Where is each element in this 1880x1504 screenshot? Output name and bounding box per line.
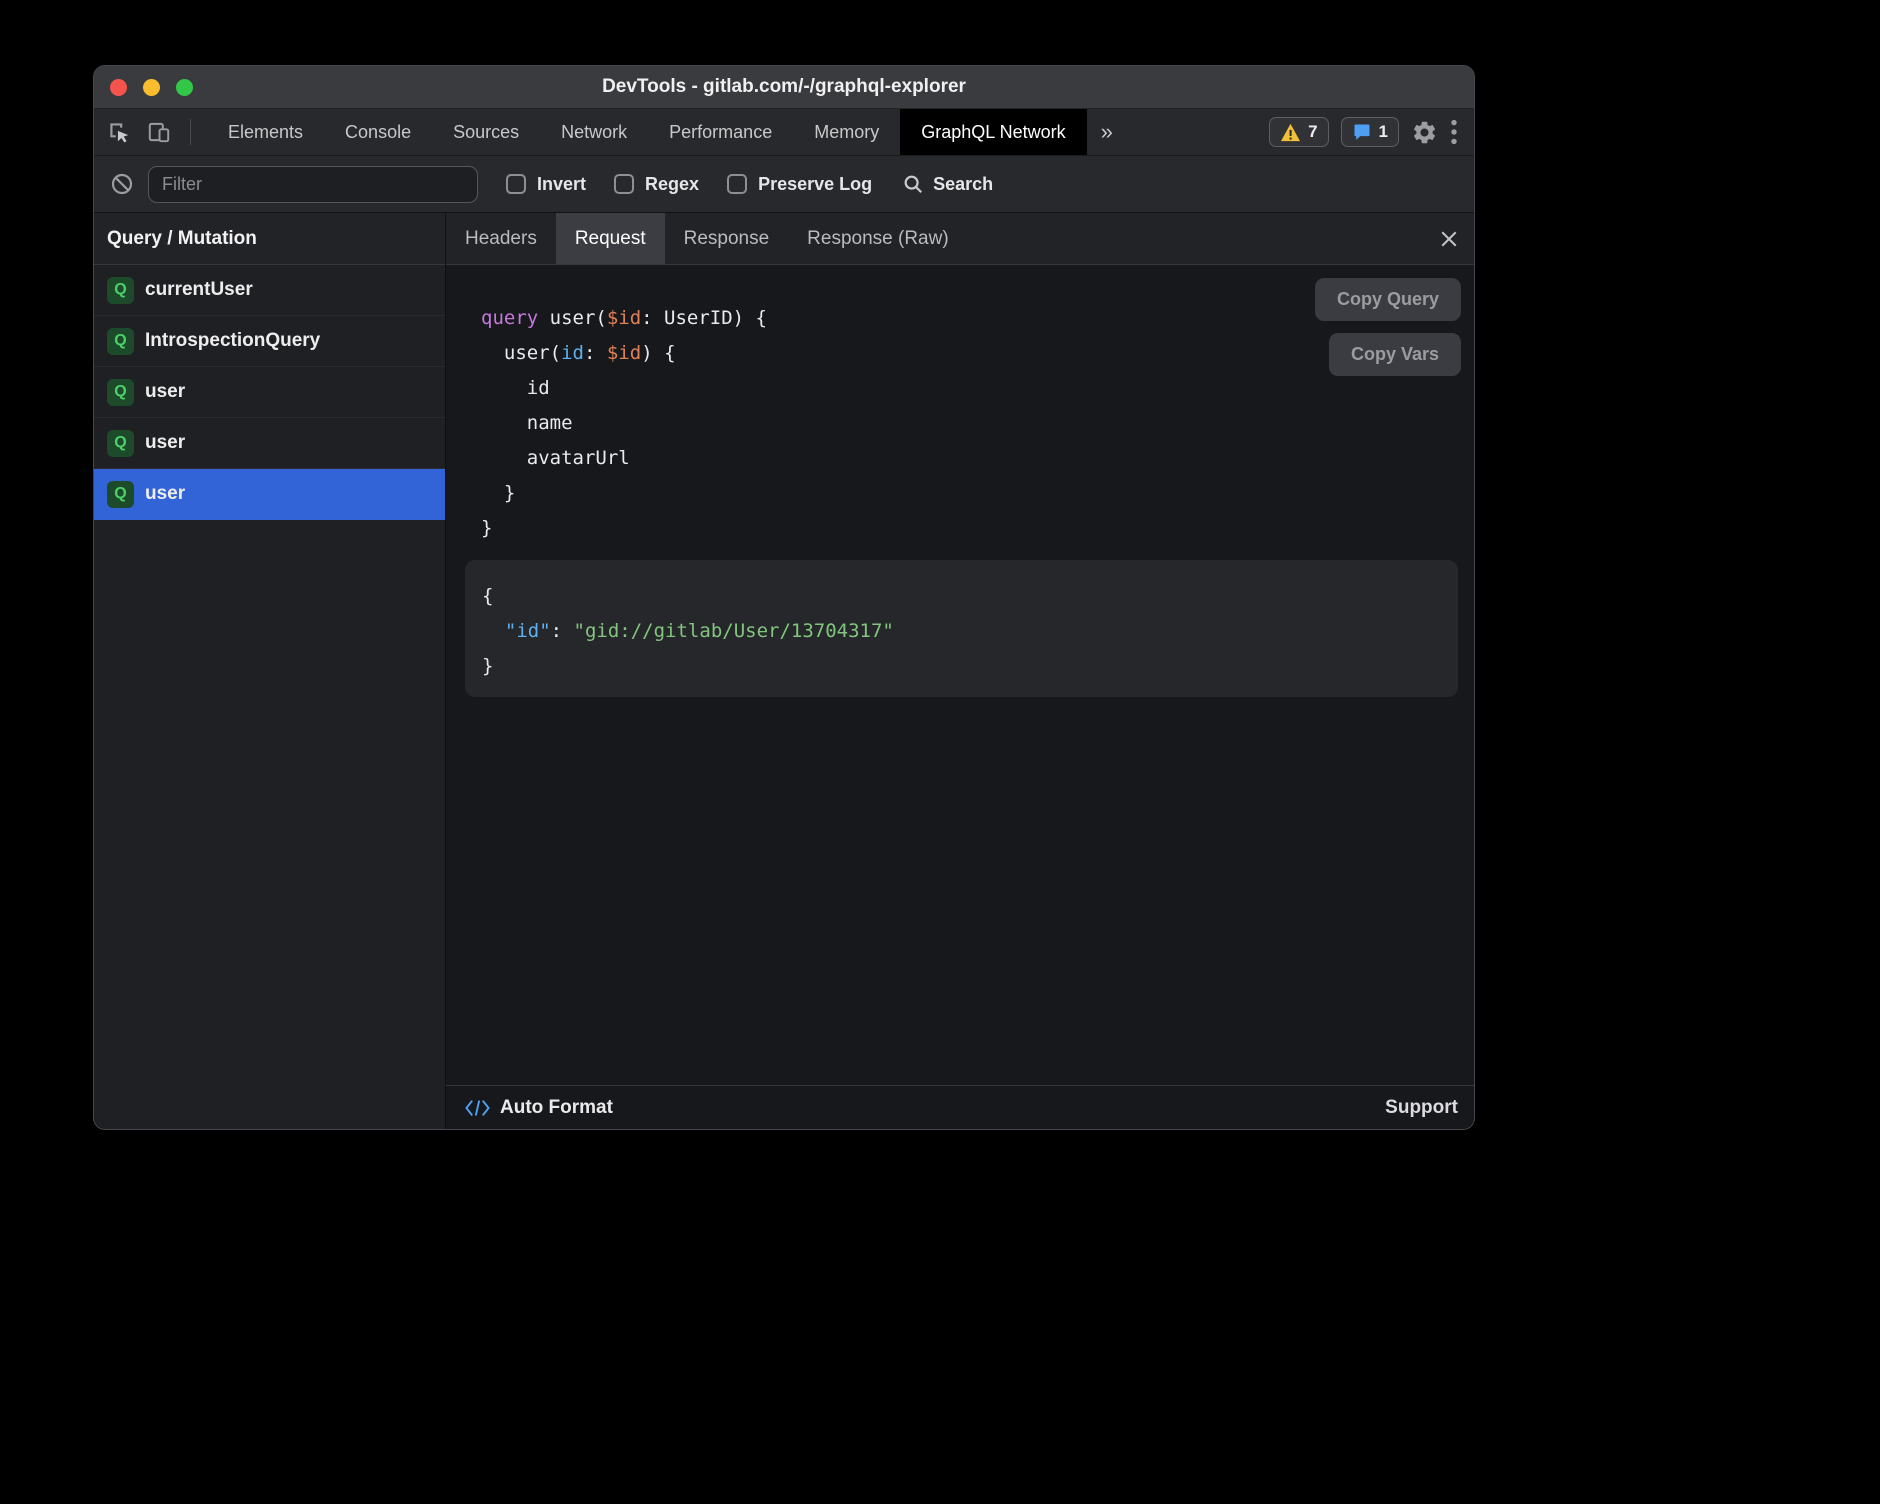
query-name-label: user [145, 432, 185, 454]
detail-panel: HeadersRequestResponseResponse (Raw) Cop… [446, 213, 1474, 1129]
checkbox-regex[interactable]: Regex [614, 174, 699, 195]
sidebar-header: Query / Mutation [94, 213, 445, 265]
code-line: avatarUrl [481, 441, 1474, 476]
settings-gear-icon[interactable] [1411, 119, 1438, 146]
query-list-item[interactable]: Quser [94, 418, 445, 469]
query-type-badge: Q [107, 430, 134, 457]
filter-bar: Invert Regex Preserve Log Search [94, 156, 1474, 213]
messages-count: 1 [1379, 122, 1388, 142]
tab-graphql-network[interactable]: GraphQL Network [900, 109, 1086, 155]
query-list-item[interactable]: QcurrentUser [94, 265, 445, 316]
tab-console[interactable]: Console [324, 109, 432, 155]
titlebar: DevTools - gitlab.com/-/graphql-explorer [94, 66, 1474, 109]
messages-badge[interactable]: 1 [1341, 117, 1399, 147]
minimize-window-button[interactable] [143, 79, 160, 96]
close-panel-icon[interactable] [1440, 213, 1458, 264]
detail-tab-headers[interactable]: Headers [446, 213, 556, 264]
checkbox-box[interactable] [727, 174, 747, 194]
checkbox-preserve-log[interactable]: Preserve Log [727, 174, 872, 195]
query-name-label: user [145, 483, 185, 505]
tab-memory[interactable]: Memory [793, 109, 900, 155]
detail-tabs: HeadersRequestResponseResponse (Raw) [446, 213, 1474, 265]
search-label: Search [933, 174, 993, 195]
query-type-badge: Q [107, 481, 134, 508]
auto-format-button[interactable]: Auto Format [465, 1097, 613, 1119]
search-toggle[interactable]: Search [902, 173, 993, 195]
detail-footer: Auto Format Support [446, 1085, 1474, 1129]
toolbar-left-icons [94, 119, 207, 145]
filter-input[interactable] [148, 166, 478, 203]
query-name-label: user [145, 381, 185, 403]
query-list-item[interactable]: Q IntrospectionQuery [94, 316, 445, 367]
variables-box: { "id": "gid://gitlab/User/13704317"} [465, 560, 1458, 697]
copy-vars-button[interactable]: Copy Vars [1329, 333, 1461, 376]
query-type-badge: Q [107, 379, 134, 406]
query-list-item[interactable]: Quser [94, 469, 445, 520]
tab-elements[interactable]: Elements [207, 109, 324, 155]
traffic-lights [110, 66, 193, 108]
checkbox-box[interactable] [506, 174, 526, 194]
variables-json-code: { "id": "gid://gitlab/User/13704317"} [482, 579, 1442, 684]
main-tabs: ElementsConsoleSourcesNetworkPerformance… [207, 109, 1087, 155]
warning-triangle-icon [1280, 123, 1301, 142]
support-link[interactable]: Support [1385, 1097, 1458, 1119]
code-line: "id": "gid://gitlab/User/13704317" [482, 614, 1442, 649]
more-tabs-chevron-icon[interactable]: » [1087, 119, 1127, 145]
checkbox-label: Preserve Log [758, 174, 872, 195]
checkbox-box[interactable] [614, 174, 634, 194]
devtools-window: DevTools - gitlab.com/-/graphql-explorer… [93, 65, 1475, 1130]
code-line: } [481, 476, 1474, 511]
query-list-item[interactable]: Quser [94, 367, 445, 418]
copy-buttons: Copy Query Copy Vars [1315, 278, 1461, 376]
warnings-badge[interactable]: 7 [1269, 117, 1328, 147]
tab-sources[interactable]: Sources [432, 109, 540, 155]
query-name-label: currentUser [145, 279, 253, 301]
device-toolbar-icon[interactable] [146, 119, 172, 145]
code-brackets-icon [465, 1099, 490, 1117]
block-clear-icon[interactable] [110, 172, 134, 196]
window-title: DevTools - gitlab.com/-/graphql-explorer [94, 76, 1474, 98]
toolbar-right: 7 1 [1269, 117, 1474, 147]
search-icon [902, 173, 924, 195]
inspect-element-icon[interactable] [106, 119, 132, 145]
maximize-window-button[interactable] [176, 79, 193, 96]
toolbar-separator [190, 119, 191, 145]
query-type-badge: Q [107, 328, 134, 355]
auto-format-label: Auto Format [500, 1097, 613, 1119]
close-window-button[interactable] [110, 79, 127, 96]
filter-checkboxes: Invert Regex Preserve Log [478, 174, 872, 195]
code-line: name [481, 406, 1474, 441]
warnings-count: 7 [1308, 122, 1317, 142]
request-content: Copy Query Copy Vars query user($id: Use… [446, 265, 1474, 1085]
query-list: QcurrentUserQIntrospectionQueryQuserQuse… [94, 265, 445, 520]
detail-tab-request[interactable]: Request [556, 213, 665, 264]
query-sidebar: Query / Mutation QcurrentUserQIntrospect… [94, 213, 446, 1129]
tab-performance[interactable]: Performance [648, 109, 793, 155]
detail-tabs-list: HeadersRequestResponseResponse (Raw) [446, 213, 968, 264]
checkbox-label: Regex [645, 174, 699, 195]
detail-tab-response-raw[interactable]: Response (Raw) [788, 213, 968, 264]
copy-query-button[interactable]: Copy Query [1315, 278, 1461, 321]
main-toolbar: ElementsConsoleSourcesNetworkPerformance… [94, 109, 1474, 156]
main-area: Query / Mutation QcurrentUserQIntrospect… [94, 213, 1474, 1129]
code-line: { [482, 579, 1442, 614]
code-line: } [482, 649, 1442, 684]
code-line: } [481, 511, 1474, 546]
query-name-label: IntrospectionQuery [145, 330, 320, 352]
checkbox-label: Invert [537, 174, 586, 195]
detail-tab-response[interactable]: Response [665, 213, 789, 264]
kebab-menu-icon[interactable] [1450, 119, 1458, 145]
code-line: id [481, 371, 1474, 406]
checkbox-invert[interactable]: Invert [506, 174, 586, 195]
tab-network[interactable]: Network [540, 109, 648, 155]
chat-bubble-icon [1352, 122, 1372, 142]
query-type-badge: Q [107, 277, 134, 304]
